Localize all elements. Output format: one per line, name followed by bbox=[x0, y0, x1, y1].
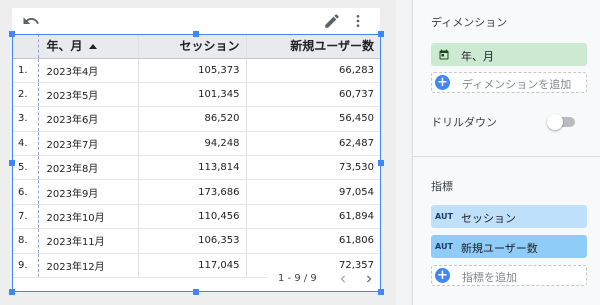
add-metric-button[interactable]: + 指標を追加 bbox=[431, 265, 587, 286]
resize-handle[interactable] bbox=[378, 289, 384, 295]
metric-chip-label: 新規ユーザー数 bbox=[461, 242, 538, 255]
row-new-users: 97,054 bbox=[245, 179, 380, 205]
more-vert-icon[interactable] bbox=[350, 12, 366, 30]
table-row: 1. 2023年4月 105,373 66,283 bbox=[12, 58, 380, 83]
setup-panel: ディメンション 年、月 + ディメンションを追加 ドリルダウン 指標 AUT セ… bbox=[412, 0, 600, 305]
header-month-label: 年、月 bbox=[46, 39, 83, 54]
row-month: 2023年5月 bbox=[37, 82, 138, 108]
row-index: 5. bbox=[12, 155, 38, 181]
metric-chip-new-users[interactable]: AUT 新規ユーザー数 bbox=[431, 235, 587, 258]
metric-chip-sessions[interactable]: AUT セッション bbox=[431, 205, 587, 228]
drilldown-label: ドリルダウン bbox=[431, 116, 497, 129]
row-index: 6. bbox=[12, 179, 38, 205]
row-month: 2023年12月 bbox=[37, 253, 138, 279]
table-row: 8. 2023年11月 106,353 61,806 bbox=[12, 228, 380, 254]
pagination: 1 - 9 / 9 bbox=[268, 270, 380, 288]
row-new-users: 73,530 bbox=[245, 155, 380, 181]
header-month[interactable]: 年、月 bbox=[37, 34, 138, 59]
add-metric-label: 指標を追加 bbox=[462, 271, 517, 284]
row-sessions: 113,814 bbox=[137, 155, 246, 181]
row-sessions: 105,373 bbox=[137, 58, 246, 83]
row-new-users: 56,450 bbox=[245, 106, 380, 132]
table-row: 3. 2023年6月 86,520 56,450 bbox=[12, 106, 380, 132]
row-month: 2023年7月 bbox=[37, 131, 138, 157]
row-sessions: 117,045 bbox=[137, 253, 246, 279]
dimension-chip-label: 年、月 bbox=[461, 50, 494, 63]
pagination-text: 1 - 9 / 9 bbox=[278, 273, 317, 284]
pencil-icon[interactable] bbox=[322, 12, 342, 30]
table-row: 6. 2023年9月 173,686 97,054 bbox=[12, 179, 380, 205]
row-index: 8. bbox=[12, 228, 38, 254]
row-index: 7. bbox=[12, 204, 38, 230]
row-new-users: 60,737 bbox=[245, 82, 380, 108]
dimension-title: ディメンション bbox=[431, 16, 508, 29]
row-index: 9. bbox=[12, 253, 38, 279]
row-new-users: 62,487 bbox=[245, 131, 380, 157]
resize-handle[interactable] bbox=[378, 160, 384, 166]
add-dimension-button[interactable]: + ディメンションを追加 bbox=[431, 72, 587, 93]
chevron-left-icon[interactable] bbox=[336, 272, 350, 286]
undo-icon[interactable] bbox=[21, 12, 41, 30]
header-index bbox=[12, 34, 38, 59]
chevron-right-icon[interactable] bbox=[362, 272, 376, 286]
row-sessions: 173,686 bbox=[137, 179, 246, 205]
table-header-row: 年、月 セッション 新規ユーザー数 bbox=[12, 34, 380, 59]
row-month: 2023年10月 bbox=[37, 204, 138, 230]
row-index: 2. bbox=[12, 82, 38, 108]
table-chart[interactable]: 年、月 セッション 新規ユーザー数 1. 2023年4月 105,373 66,… bbox=[12, 8, 380, 292]
row-new-users: 61,894 bbox=[245, 204, 380, 230]
table-row: 5. 2023年8月 113,814 73,530 bbox=[12, 155, 380, 181]
resize-handle[interactable] bbox=[193, 31, 199, 37]
row-month: 2023年4月 bbox=[37, 58, 138, 83]
add-dimension-label: ディメンションを追加 bbox=[462, 78, 572, 91]
data-table: 年、月 セッション 新規ユーザー数 1. 2023年4月 105,373 66,… bbox=[12, 34, 380, 292]
resize-handle[interactable] bbox=[378, 31, 384, 37]
metric-chip-label: セッション bbox=[461, 212, 516, 225]
header-sessions[interactable]: セッション bbox=[137, 34, 246, 59]
resize-handle[interactable] bbox=[9, 160, 15, 166]
header-new-users[interactable]: 新規ユーザー数 bbox=[245, 34, 380, 59]
row-sessions: 94,248 bbox=[137, 131, 246, 157]
section-divider bbox=[413, 156, 600, 157]
row-new-users: 66,283 bbox=[245, 58, 380, 83]
row-month: 2023年11月 bbox=[37, 228, 138, 254]
row-index: 3. bbox=[12, 106, 38, 132]
metric-type-badge: AUT bbox=[435, 212, 453, 221]
resize-handle[interactable] bbox=[9, 31, 15, 37]
toggle-knob bbox=[547, 114, 563, 130]
sort-ascending-icon bbox=[88, 44, 97, 50]
resize-handle[interactable] bbox=[193, 289, 199, 295]
row-sessions: 86,520 bbox=[137, 106, 246, 132]
table-row: 7. 2023年10月 110,456 61,894 bbox=[12, 204, 380, 230]
plus-icon: + bbox=[435, 75, 450, 90]
table-row: 4. 2023年7月 94,248 62,487 bbox=[12, 131, 380, 157]
row-month: 2023年8月 bbox=[37, 155, 138, 181]
row-new-users: 61,806 bbox=[245, 228, 380, 254]
drilldown-toggle[interactable] bbox=[547, 114, 577, 130]
table-row: 2. 2023年5月 101,345 60,737 bbox=[12, 82, 380, 108]
metric-title: 指標 bbox=[431, 180, 453, 193]
metric-type-badge: AUT bbox=[435, 242, 453, 251]
row-sessions: 110,456 bbox=[137, 204, 246, 230]
report-canvas: 年、月 セッション 新規ユーザー数 1. 2023年4月 105,373 66,… bbox=[0, 0, 396, 305]
row-month: 2023年9月 bbox=[37, 179, 138, 205]
row-sessions: 106,353 bbox=[137, 228, 246, 254]
resize-handle[interactable] bbox=[9, 289, 15, 295]
row-index: 4. bbox=[12, 131, 38, 157]
dimension-chip[interactable]: 年、月 bbox=[431, 43, 587, 66]
calendar-icon bbox=[439, 49, 449, 60]
row-index: 1. bbox=[12, 58, 38, 83]
plus-icon: + bbox=[435, 268, 450, 283]
row-sessions: 101,345 bbox=[137, 82, 246, 108]
row-month: 2023年6月 bbox=[37, 106, 138, 132]
